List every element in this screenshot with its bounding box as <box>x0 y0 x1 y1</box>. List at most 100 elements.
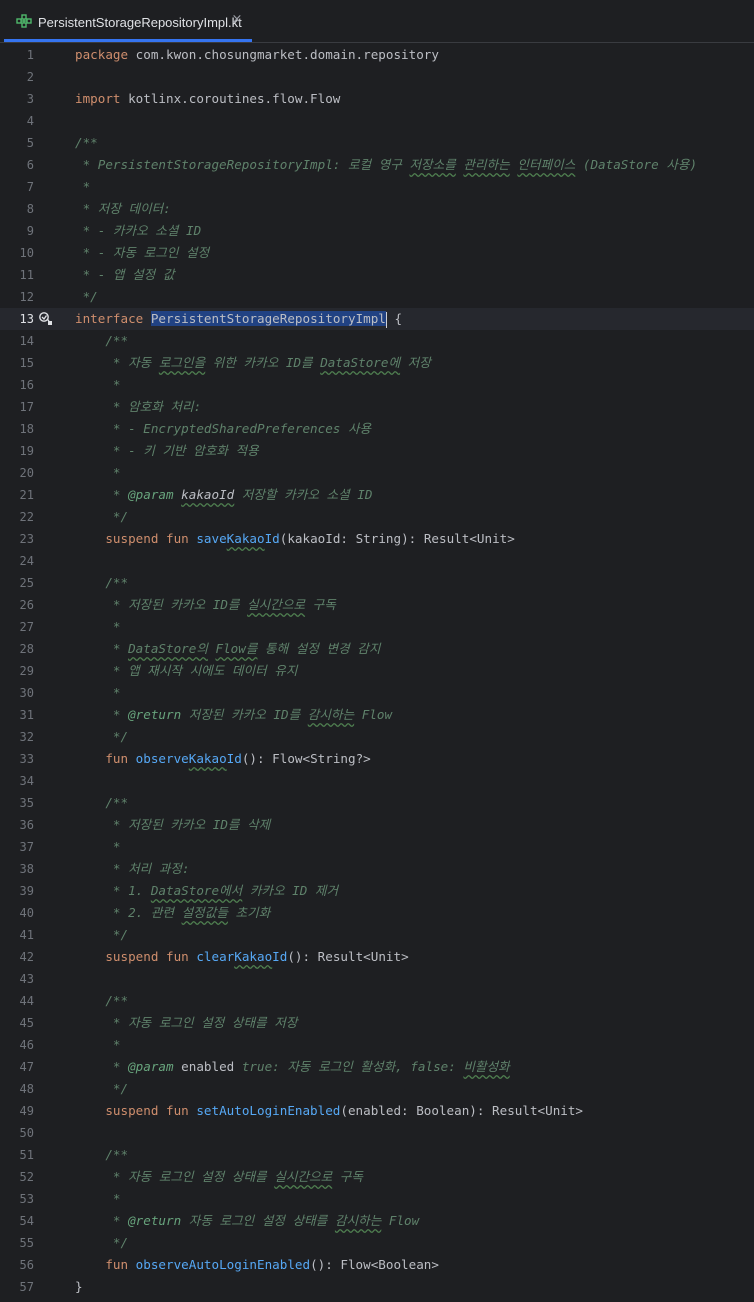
signature: (): Flow<String?> <box>241 751 371 766</box>
code-editor[interactable]: 1 package com.kwon.chosungmarket.domain.r… <box>0 44 754 1302</box>
doc-comment: */ <box>75 1081 129 1096</box>
doc-comment: * <box>75 377 121 392</box>
typo-word: 로그인을 <box>158 355 206 370</box>
line-number: 34 <box>19 774 34 788</box>
line-number: 37 <box>19 840 34 854</box>
function-name[interactable]: saveKakaoId <box>196 531 279 546</box>
doc-comment: * <box>75 685 121 700</box>
line-number: 5 <box>26 136 34 150</box>
doc-tag-param: @param <box>128 487 174 502</box>
typo-word: 관리하는 <box>463 157 510 172</box>
line-number: 52 <box>19 1170 34 1184</box>
fn-part: observe <box>135 751 189 766</box>
typo-word: 감시하는 <box>307 707 355 722</box>
open-brace: { <box>386 311 403 326</box>
line-number: 24 <box>19 554 34 568</box>
code-line: 12 */ <box>0 286 754 308</box>
tab-persistent-storage-repository-impl[interactable]: PersistentStorageRepositoryImpl.kt × <box>4 0 252 42</box>
function-name[interactable]: setAutoLoginEnabled <box>196 1103 340 1118</box>
typo-word: Kakao <box>234 949 273 964</box>
doc-comment: * <box>75 179 91 194</box>
line-number: 18 <box>19 422 34 436</box>
doc-text: * 2. 관련 <box>75 905 182 920</box>
typo-word: 저장소를 <box>409 157 456 172</box>
code-line: 45 * 자동 로그인 설정 상태를 저장 <box>0 1012 754 1034</box>
line-number: 9 <box>26 224 34 238</box>
code-line: 53 * <box>0 1188 754 1210</box>
line-number: 45 <box>19 1016 34 1030</box>
doc-comment: * <box>75 1037 121 1052</box>
param-name: enabled <box>181 1059 235 1074</box>
code-line: 18 * - EncryptedSharedPreferences 사용 <box>0 418 754 440</box>
doc-comment: * 1. DataStore에서 카카오 ID 제거 <box>75 880 338 902</box>
doc-comment: /** <box>75 333 129 348</box>
line-number: 40 <box>19 906 34 920</box>
typo-word: Flow를 <box>215 641 258 656</box>
line-number: 44 <box>19 994 34 1008</box>
doc-text: * 자동 로그인 설정 상태를 <box>75 1169 275 1184</box>
doc-comment: * - 앱 설정 값 <box>75 267 175 282</box>
code-line: 34 <box>0 770 754 792</box>
code-line: 28 * DataStore의 Flow를 통해 설정 변경 감지 <box>0 638 754 660</box>
line-number: 17 <box>19 400 34 414</box>
doc-comment: */ <box>75 729 129 744</box>
code-line: 48 */ <box>0 1078 754 1100</box>
line-number: 27 <box>19 620 34 634</box>
code-line: 35 /** <box>0 792 754 814</box>
code-text: fun observeKakaoId(): Flow<String?> <box>75 748 371 770</box>
code-line: 37 * <box>0 836 754 858</box>
code-line: 10 * - 자동 로그인 설정 <box>0 242 754 264</box>
doc-text: 저장 <box>400 355 431 370</box>
code-text: interface PersistentStorageRepositoryImp… <box>75 308 402 330</box>
doc-comment: * <box>75 619 121 634</box>
function-name[interactable]: clearKakaoId <box>196 949 287 964</box>
implemented-by-icon[interactable] <box>38 311 54 327</box>
code-line: 55 */ <box>0 1232 754 1254</box>
line-number: 47 <box>19 1060 34 1074</box>
code-text: import kotlinx.coroutines.flow.Flow <box>75 88 340 110</box>
line-number: 49 <box>19 1104 34 1118</box>
doc-text: * <box>75 641 129 656</box>
typo-word: 인터페이스 <box>517 157 576 172</box>
code-text: suspend fun setAutoLoginEnabled(enabled:… <box>75 1100 583 1122</box>
fn-part: save <box>196 531 227 546</box>
code-line: 22 */ <box>0 506 754 528</box>
line-number: 51 <box>19 1148 34 1162</box>
code-line: 5 /** <box>0 132 754 154</box>
doc-comment: * 자동 로그인 설정 상태를 실시간으로 구독 <box>75 1166 363 1188</box>
fn-part: Id <box>264 531 280 546</box>
doc-comment: * 앱 재시작 시에도 데이터 유지 <box>75 663 298 678</box>
line-number: 13 <box>19 312 34 326</box>
doc-text: * <box>75 707 129 722</box>
line-number: 48 <box>19 1082 34 1096</box>
code-line: 9 * - 카카오 소셜 ID <box>0 220 754 242</box>
param-name: kakaoId <box>181 487 235 502</box>
doc-text: (DataStore 사용) <box>575 157 698 172</box>
function-name[interactable]: observeAutoLoginEnabled <box>136 1257 310 1272</box>
editor-tab-bar: PersistentStorageRepositoryImpl.kt × <box>0 0 754 43</box>
interface-name-selected[interactable]: PersistentStorageRepositoryImpl <box>150 311 386 326</box>
code-line: 47 * @param enabled true: 자동 로그인 활성화, fa… <box>0 1056 754 1078</box>
doc-comment: * @param kakaoId 저장할 카카오 소셜 ID <box>75 484 373 506</box>
typo-word: DataStore의 <box>128 641 208 656</box>
close-icon[interactable]: × <box>230 13 244 27</box>
doc-comment: /** <box>75 135 98 150</box>
code-line: 26 * 저장된 카카오 ID를 실시간으로 구독 <box>0 594 754 616</box>
code-line: 11 * - 앱 설정 값 <box>0 264 754 286</box>
line-number: 50 <box>19 1126 34 1140</box>
code-line: 57} <box>0 1276 754 1298</box>
line-number: 56 <box>19 1258 34 1272</box>
typo-word: 설정값들 <box>181 905 228 920</box>
code-line: 39 * 1. DataStore에서 카카오 ID 제거 <box>0 880 754 902</box>
doc-comment: * @param enabled true: 자동 로그인 활성화, false… <box>75 1056 510 1078</box>
tab-title: PersistentStorageRepositoryImpl.kt <box>38 15 242 30</box>
code-line: 30 * <box>0 682 754 704</box>
line-number: 23 <box>19 532 34 546</box>
code-line: 54 * @return 자동 로그인 설정 상태를 감시하는 Flow <box>0 1210 754 1232</box>
function-name[interactable]: observeKakaoId <box>136 751 242 766</box>
line-number: 31 <box>19 708 34 722</box>
keyword-interface: interface <box>75 311 144 326</box>
line-number: 1 <box>26 48 34 62</box>
doc-text: Flow <box>381 1213 420 1228</box>
line-number: 32 <box>19 730 34 744</box>
